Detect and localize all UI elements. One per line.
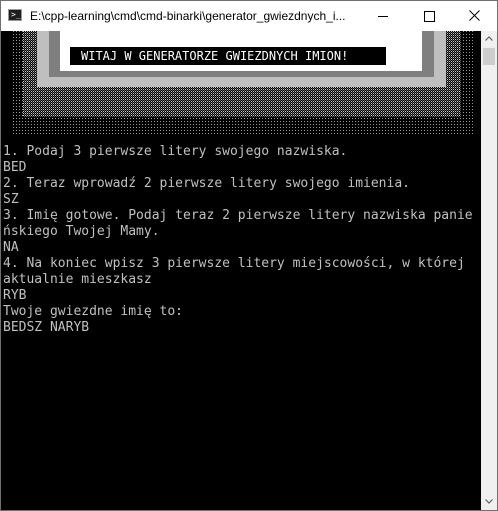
- maximize-icon: [424, 11, 435, 22]
- title-bar[interactable]: >_ E:\cpp-learning\cmd\cmd-binarki\gener…: [1, 1, 497, 31]
- minimize-icon: [378, 16, 388, 17]
- vertical-scrollbar[interactable]: [481, 31, 497, 510]
- scroll-up-button[interactable]: [481, 31, 497, 47]
- scrollbar-thumb[interactable]: [483, 48, 495, 65]
- console-line: ńskiego Twojej Mamy.: [3, 224, 160, 239]
- close-button[interactable]: [452, 1, 497, 31]
- scroll-down-button[interactable]: [481, 494, 497, 510]
- banner-ascii-frame: WITAJ W GENERATORZE GWIEZDNYCH IMION!: [11, 31, 473, 135]
- console-line: NA: [3, 240, 19, 255]
- console-line: Twoje gwiezdne imię to:: [3, 304, 184, 319]
- close-icon: [469, 10, 480, 21]
- banner-title: WITAJ W GENERATORZE GWIEZDNYCH IMION!: [81, 49, 348, 63]
- maximize-button[interactable]: [406, 1, 451, 31]
- chevron-down-icon: [485, 499, 493, 504]
- console-line: BEDSZ NARYB: [3, 320, 90, 335]
- console-window: >_ E:\cpp-learning\cmd\cmd-binarki\gener…: [0, 0, 498, 511]
- console-line: RYB: [3, 288, 27, 303]
- console-line: 1. Podaj 3 pierwsze litery swojego nazwi…: [3, 144, 348, 159]
- console-line: BED: [3, 160, 27, 175]
- console-line: 2. Teraz wprowadź 2 pierwsze litery swoj…: [3, 176, 410, 191]
- minimize-button[interactable]: [360, 1, 405, 31]
- console-output[interactable]: WITAJ W GENERATORZE GWIEZDNYCH IMION! 1.…: [1, 31, 481, 510]
- console-line: 3. Imię gotowe. Podaj teraz 2 pierwsze l…: [3, 208, 473, 223]
- console-app-icon[interactable]: >_: [8, 9, 22, 21]
- console-line: SZ: [3, 192, 19, 207]
- window-title: E:\cpp-learning\cmd\cmd-binarki\generato…: [30, 9, 346, 23]
- console-line: aktualnie mieszkasz: [3, 272, 152, 287]
- chevron-up-icon: [485, 36, 493, 41]
- console-line: 4. Na koniec wpisz 3 pierwsze litery mie…: [3, 256, 465, 271]
